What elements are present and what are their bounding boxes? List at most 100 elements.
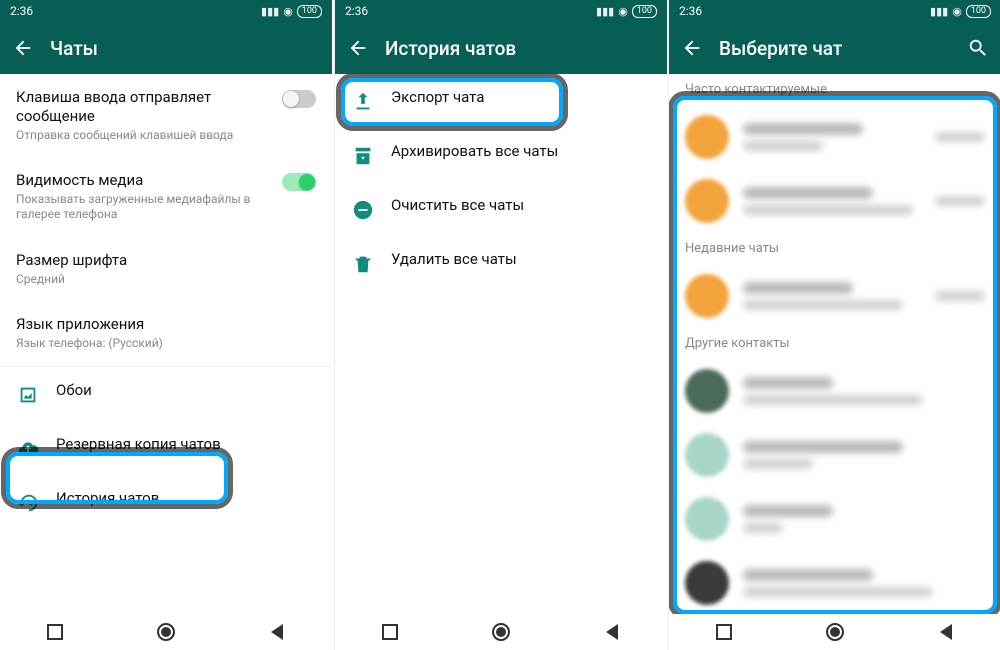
status-bar: 2:36 ▮▮▮ ◉ 100: [335, 0, 667, 22]
avatar: [685, 561, 729, 605]
status-time: 2:36: [679, 4, 702, 18]
timestamp: [935, 291, 985, 301]
row-title: Видимость медиа: [16, 171, 266, 190]
row-title: Клавиша ввода отправляет сообщение: [16, 88, 266, 126]
avatar: [685, 179, 729, 223]
archive-icon: [351, 144, 375, 168]
row-title: История чатов: [56, 489, 316, 508]
status-time: 2:36: [10, 4, 33, 18]
timestamp: [935, 196, 985, 206]
row-delete-all[interactable]: Удалить все чаты: [335, 236, 667, 290]
triple-screenshot: 2:36 ▮▮▮ ◉ 100 Чаты Клавиша ввода отправ…: [0, 0, 1000, 650]
recents-button[interactable]: [714, 622, 734, 642]
row-title: Размер шрифта: [16, 251, 316, 270]
row-chat-history[interactable]: История чатов: [0, 475, 332, 529]
contact-row[interactable]: [669, 487, 1000, 551]
signal-icon: ▮▮▮: [930, 5, 948, 18]
status-bar: 2:36 ▮▮▮ ◉ 100: [669, 0, 1000, 22]
home-button[interactable]: [491, 622, 511, 642]
avatar: [685, 274, 729, 318]
status-icons: ▮▮▮ ◉ 100: [261, 5, 322, 18]
toggle-enter-send[interactable]: [282, 90, 316, 108]
row-enter-send[interactable]: Клавиша ввода отправляет сообщение Отпра…: [0, 74, 332, 157]
history-options-list: Экспорт чата Архивировать все чаты Очист…: [335, 74, 667, 614]
wifi-icon: ◉: [283, 5, 293, 18]
chat-picker-list: Часто контактируемые Недавние чаты Други…: [669, 74, 1000, 614]
avatar: [685, 497, 729, 541]
android-nav-bar: [0, 614, 332, 650]
row-title: Экспорт чата: [391, 88, 651, 107]
battery-icon: 100: [632, 5, 657, 18]
row-clear-all[interactable]: Очистить все чаты: [335, 182, 667, 236]
app-bar: Чаты: [0, 22, 332, 74]
row-title: Обои: [56, 381, 316, 400]
page-title: Выберите чат: [719, 37, 951, 60]
signal-icon: ▮▮▮: [261, 5, 279, 18]
wifi-icon: ◉: [952, 5, 962, 18]
android-nav-bar: [669, 614, 1000, 650]
row-chat-backup[interactable]: Резервная копия чатов: [0, 421, 332, 475]
contact-row[interactable]: [669, 264, 1000, 328]
delete-icon: [351, 252, 375, 276]
recents-button[interactable]: [380, 622, 400, 642]
clear-icon: [351, 198, 375, 222]
row-font-size[interactable]: Размер шрифта Средний: [0, 237, 332, 301]
status-bar: 2:36 ▮▮▮ ◉ 100: [0, 0, 332, 22]
battery-icon: 100: [297, 5, 322, 18]
status-icons: ▮▮▮ ◉ 100: [930, 5, 991, 18]
back-button[interactable]: [12, 37, 34, 59]
back-nav-button[interactable]: [602, 622, 622, 642]
contact-row[interactable]: [669, 551, 1000, 614]
toggle-media-visibility[interactable]: [282, 173, 316, 191]
screen-chat-history: 2:36 ▮▮▮ ◉ 100 История чатов Экспорт чат…: [334, 0, 667, 650]
cloud-upload-icon: [16, 437, 40, 461]
contact-row[interactable]: [669, 105, 1000, 169]
status-time: 2:36: [345, 4, 368, 18]
signal-icon: ▮▮▮: [596, 5, 614, 18]
contact-row[interactable]: [669, 359, 1000, 423]
row-title: Язык приложения: [16, 315, 316, 334]
status-icons: ▮▮▮ ◉ 100: [596, 5, 657, 18]
app-bar: История чатов: [335, 22, 667, 74]
app-bar: Выберите чат: [669, 22, 1000, 74]
avatar: [685, 433, 729, 477]
row-wallpaper[interactable]: Обои: [0, 367, 332, 421]
page-title: Чаты: [50, 37, 320, 60]
home-button[interactable]: [156, 622, 176, 642]
row-subtitle: Показывать загруженные медиафайлы в гале…: [16, 192, 266, 223]
contact-row[interactable]: [669, 169, 1000, 233]
page-title: История чатов: [385, 37, 655, 60]
row-title: Удалить все чаты: [391, 250, 651, 269]
row-export-chat[interactable]: Экспорт чата: [335, 74, 667, 128]
back-button[interactable]: [681, 37, 703, 59]
battery-icon: 100: [966, 5, 991, 18]
avatar: [685, 369, 729, 413]
back-nav-button[interactable]: [267, 622, 287, 642]
section-frequent: Часто контактируемые: [669, 74, 1000, 105]
row-title: Архивировать все чаты: [391, 142, 651, 161]
back-button[interactable]: [347, 37, 369, 59]
export-icon: [351, 90, 375, 114]
row-subtitle: Язык телефона: (Русский): [16, 336, 316, 352]
row-subtitle: Отправка сообщений клавишей ввода: [16, 128, 266, 144]
section-other: Другие контакты: [669, 328, 1000, 359]
section-recent: Недавние чаты: [669, 233, 1000, 264]
row-app-language[interactable]: Язык приложения Язык телефона: (Русский): [0, 301, 332, 365]
row-media-visibility[interactable]: Видимость медиа Показывать загруженные м…: [0, 157, 332, 237]
settings-list: Клавиша ввода отправляет сообщение Отпра…: [0, 74, 332, 614]
recents-button[interactable]: [45, 622, 65, 642]
android-nav-bar: [335, 614, 667, 650]
back-nav-button[interactable]: [936, 622, 956, 642]
screen-select-chat: 2:36 ▮▮▮ ◉ 100 Выберите чат Часто контак…: [668, 0, 1000, 650]
row-archive-all[interactable]: Архивировать все чаты: [335, 128, 667, 182]
screen-chats-settings: 2:36 ▮▮▮ ◉ 100 Чаты Клавиша ввода отправ…: [0, 0, 332, 650]
wifi-icon: ◉: [618, 5, 628, 18]
contact-row[interactable]: [669, 423, 1000, 487]
row-title: Очистить все чаты: [391, 196, 651, 215]
wallpaper-icon: [16, 383, 40, 407]
avatar: [685, 115, 729, 159]
timestamp: [935, 132, 985, 142]
home-button[interactable]: [825, 622, 845, 642]
search-button[interactable]: [967, 37, 989, 59]
row-title: Резервная копия чатов: [56, 435, 316, 454]
